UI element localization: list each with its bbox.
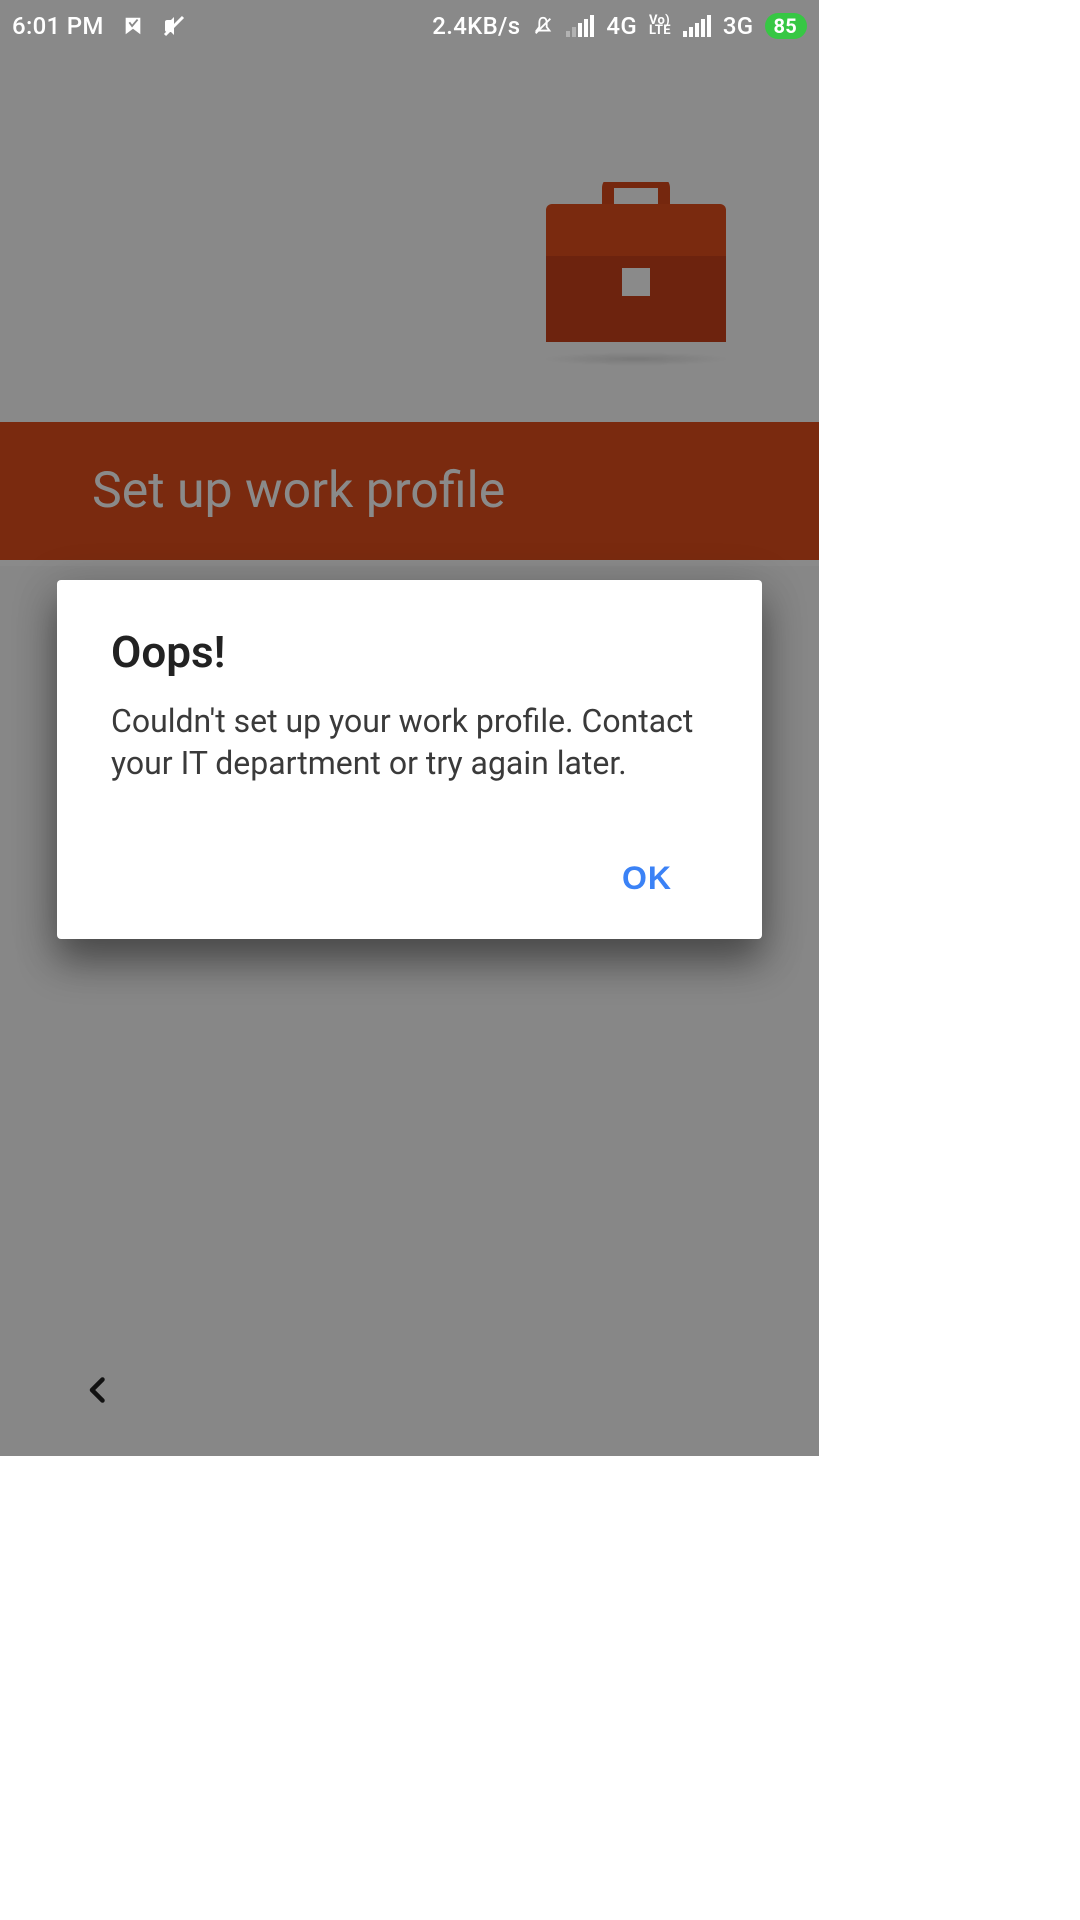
error-dialog: Oops! Couldn't set up your work profile.… <box>57 580 762 939</box>
signal-bars-2-icon <box>683 15 711 37</box>
battery-level: 85 <box>773 14 797 38</box>
dnd-icon <box>532 15 554 37</box>
mute-icon <box>162 14 186 38</box>
signal-bars-1-icon <box>566 15 594 37</box>
status-data-rate: 2.4KB/s <box>432 12 520 40</box>
screen-root: Set up work profile 6:01 PM 2.4KB/s <box>0 0 819 1456</box>
status-network-2: 3G <box>723 12 754 40</box>
status-bar: 6:01 PM 2.4KB/s 4G Vo) LTE 3G 85 <box>0 0 819 52</box>
battery-indicator: 85 <box>765 13 807 39</box>
dialog-message: Couldn't set up your work profile. Conta… <box>111 700 708 784</box>
volte-bottom: LTE <box>649 26 671 36</box>
app-notification-icon <box>122 15 144 37</box>
dialog-actions: OK <box>111 846 708 911</box>
ok-button[interactable]: OK <box>586 846 708 911</box>
status-time: 6:01 PM <box>12 12 104 40</box>
dialog-title: Oops! <box>111 626 708 678</box>
volte-icon: Vo) LTE <box>649 16 671 37</box>
status-network-1: 4G <box>606 12 637 40</box>
